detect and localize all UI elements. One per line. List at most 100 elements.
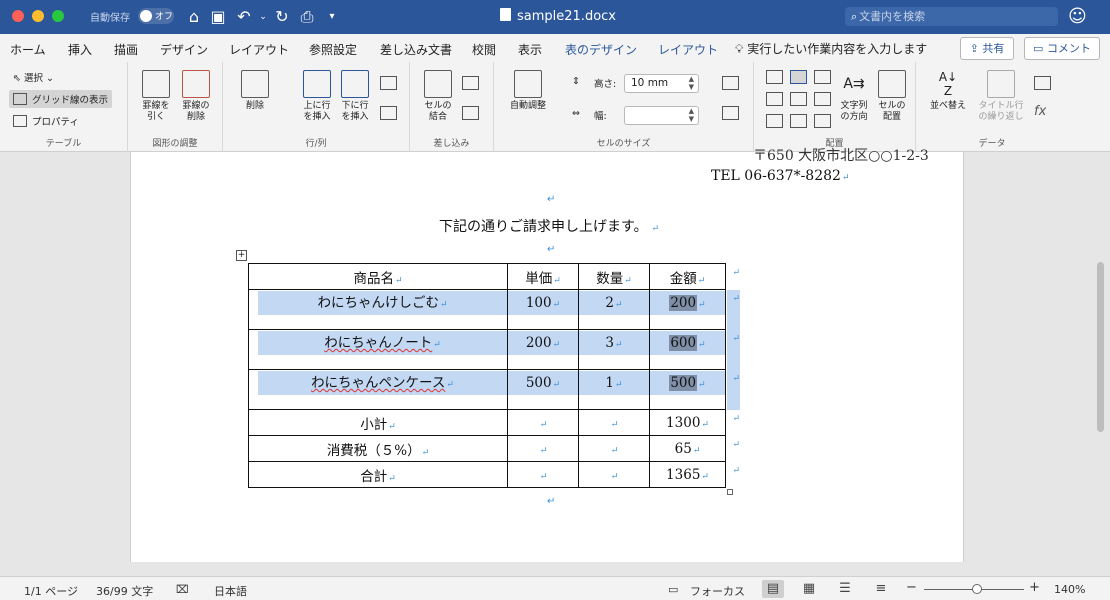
tab-review[interactable]: 校閲 [472, 41, 496, 58]
subtotal-label-cell[interactable]: 小計↵ [248, 409, 508, 436]
search-input[interactable]: ⌕ 文書内を検索 [845, 7, 1058, 26]
tab-table-design[interactable]: 表のデザイン [565, 41, 637, 58]
distribute-rows-icon[interactable] [722, 76, 739, 90]
tab-view[interactable]: 表示 [518, 41, 542, 58]
repeat-header-button[interactable]: タイトル行 の繰り返し [974, 70, 1028, 123]
split-table-icon[interactable] [462, 106, 479, 120]
align-bottom-center-icon[interactable] [790, 114, 807, 128]
align-bottom-right-icon[interactable] [814, 114, 831, 128]
split-cells-icon[interactable] [462, 76, 479, 90]
insert-left-icon[interactable] [380, 76, 397, 90]
item-qty-cell[interactable]: 2↵ [578, 289, 650, 330]
document-page[interactable]: 〒650 大阪市北区○○1-2-3 TEL 06-637*-8282↵ ↵ 下記… [130, 148, 964, 562]
convert-to-text-icon[interactable] [1034, 76, 1051, 90]
proofing-icon[interactable]: ⌧ [176, 583, 189, 596]
height-stepper-icon[interactable]: ▲ ▼ [689, 75, 694, 91]
vertical-scrollbar[interactable] [1097, 262, 1104, 432]
autosave-toggle[interactable]: オフ [138, 8, 174, 24]
item-price-cell[interactable]: 500↵ [507, 369, 579, 410]
tax-label-cell[interactable]: 消費税（５%）↵ [248, 435, 508, 462]
language[interactable]: 日本語 [214, 583, 247, 599]
tab-mailings[interactable]: 差し込み文書 [380, 41, 452, 58]
item-name-cell[interactable]: わにちゃんノート↵ [248, 329, 508, 370]
tell-me-box[interactable]: 💡︎ 実行したい作業内容を入力します [735, 40, 927, 57]
draw-borders-button[interactable]: 罫線を 引く [138, 70, 174, 123]
empty-cell[interactable]: ↵ [578, 461, 650, 488]
empty-cell[interactable]: ↵ [507, 409, 579, 436]
table-move-handle[interactable]: + [236, 250, 247, 261]
maximize-window-button[interactable] [52, 10, 64, 22]
tab-layout[interactable]: レイアウト [229, 41, 289, 58]
item-name-cell[interactable]: わにちゃんペンケース↵ [248, 369, 508, 410]
align-middle-right-icon[interactable] [814, 92, 831, 106]
home-icon[interactable]: ⌂ [184, 6, 204, 28]
merge-cells-button[interactable]: セルの 結合 [420, 70, 456, 123]
print-layout-icon[interactable]: ▤ [762, 580, 784, 598]
redo-icon[interactable]: ↻ [272, 6, 292, 28]
empty-cell[interactable]: ↵ [507, 461, 579, 488]
undo-dropdown-icon[interactable]: ⌄ [253, 6, 273, 28]
header-cell-qty[interactable]: 数量↵ [578, 263, 650, 290]
zoom-level[interactable]: 140% [1054, 583, 1085, 596]
focus-button[interactable]: フォーカス [690, 583, 745, 599]
close-window-button[interactable] [12, 10, 24, 22]
customize-toolbar-icon[interactable]: ▾ [322, 6, 342, 28]
header-cell-amount[interactable]: 金額↵ ↵ [649, 263, 740, 290]
tab-design[interactable]: デザイン [160, 41, 208, 58]
insert-below-button[interactable]: 下に行 を挿入 [337, 70, 373, 123]
empty-cell[interactable]: ↵ [578, 409, 650, 436]
save-icon[interactable]: ▣ [208, 6, 228, 28]
subtotal-value-cell[interactable]: 1300↵ ↵ [649, 409, 740, 436]
sort-button[interactable]: A↓ Z 並べ替え [928, 70, 968, 112]
align-top-left-icon[interactable] [766, 70, 783, 84]
align-middle-left-icon[interactable] [766, 92, 783, 106]
insert-above-button[interactable]: 上に行 を挿入 [299, 70, 335, 123]
total-value-cell[interactable]: 1365↵ ↵ [649, 461, 740, 488]
erase-borders-button[interactable]: 罫線の 削除 [178, 70, 214, 123]
table-resize-handle[interactable] [727, 489, 733, 495]
empty-cell[interactable]: ↵ [578, 435, 650, 462]
item-amount-cell[interactable]: 500 ↵ ↵ [649, 369, 740, 410]
select-button[interactable]: ⇖ 選択 ⌄ [13, 70, 54, 84]
delete-button[interactable]: 削除 [235, 70, 275, 112]
share-button[interactable]: ⇪ 共有 [960, 37, 1014, 60]
align-top-center-icon[interactable] [790, 70, 807, 84]
zoom-in-icon[interactable]: + [1029, 580, 1040, 595]
tax-value-cell[interactable]: 65↵ ↵ [649, 435, 740, 462]
undo-icon[interactable]: ↶ [234, 6, 254, 28]
autofit-button[interactable]: 自動調整 [504, 70, 552, 112]
align-bottom-left-icon[interactable] [766, 114, 783, 128]
width-stepper-icon[interactable]: ▲ ▼ [689, 107, 694, 123]
text-direction-button[interactable]: A⇉ 文字列 の方向 [836, 70, 872, 123]
item-amount-cell[interactable]: 600 ↵ ↵ [649, 329, 740, 370]
tab-home[interactable]: ホーム [10, 41, 46, 58]
page-count[interactable]: 1/1 ページ [24, 583, 78, 599]
item-qty-cell[interactable]: 1↵ [578, 369, 650, 410]
item-price-cell[interactable]: 100↵ [507, 289, 579, 330]
tab-draw[interactable]: 描画 [114, 41, 138, 58]
print-icon[interactable]: ⎙ [297, 6, 317, 28]
item-name-cell[interactable]: わにちゃんけしごむ↵ [248, 289, 508, 330]
distribute-columns-icon[interactable] [722, 106, 739, 120]
item-price-cell[interactable]: 200↵ [507, 329, 579, 370]
align-middle-center-icon[interactable] [790, 92, 807, 106]
width-input[interactable]: ▲ ▼ [624, 106, 699, 125]
zoom-out-icon[interactable]: − [906, 580, 917, 595]
empty-cell[interactable]: ↵ [507, 435, 579, 462]
total-label-cell[interactable]: 合計↵ [248, 461, 508, 488]
web-layout-icon[interactable]: ▦ [798, 580, 820, 598]
height-input[interactable]: 10 mm ▲ ▼ [624, 74, 699, 93]
word-count[interactable]: 36/99 文字 [96, 583, 153, 599]
minimize-window-button[interactable] [32, 10, 44, 22]
outline-view-icon[interactable]: ☰ [834, 580, 856, 598]
properties-button[interactable]: プロパティ [13, 114, 79, 128]
cell-margins-button[interactable]: セルの 配置 [874, 70, 910, 123]
tab-references[interactable]: 参照設定 [309, 41, 357, 58]
gridlines-toggle[interactable]: グリッド線の表示 [9, 90, 113, 108]
formula-icon[interactable]: fx [1034, 104, 1046, 119]
draft-view-icon[interactable]: ≡ [870, 580, 892, 598]
align-top-right-icon[interactable] [814, 70, 831, 84]
insert-right-icon[interactable] [380, 106, 397, 120]
item-amount-cell[interactable]: 200 ↵ ↵ [649, 289, 740, 330]
comment-button[interactable]: ▭ コメント [1024, 37, 1100, 60]
